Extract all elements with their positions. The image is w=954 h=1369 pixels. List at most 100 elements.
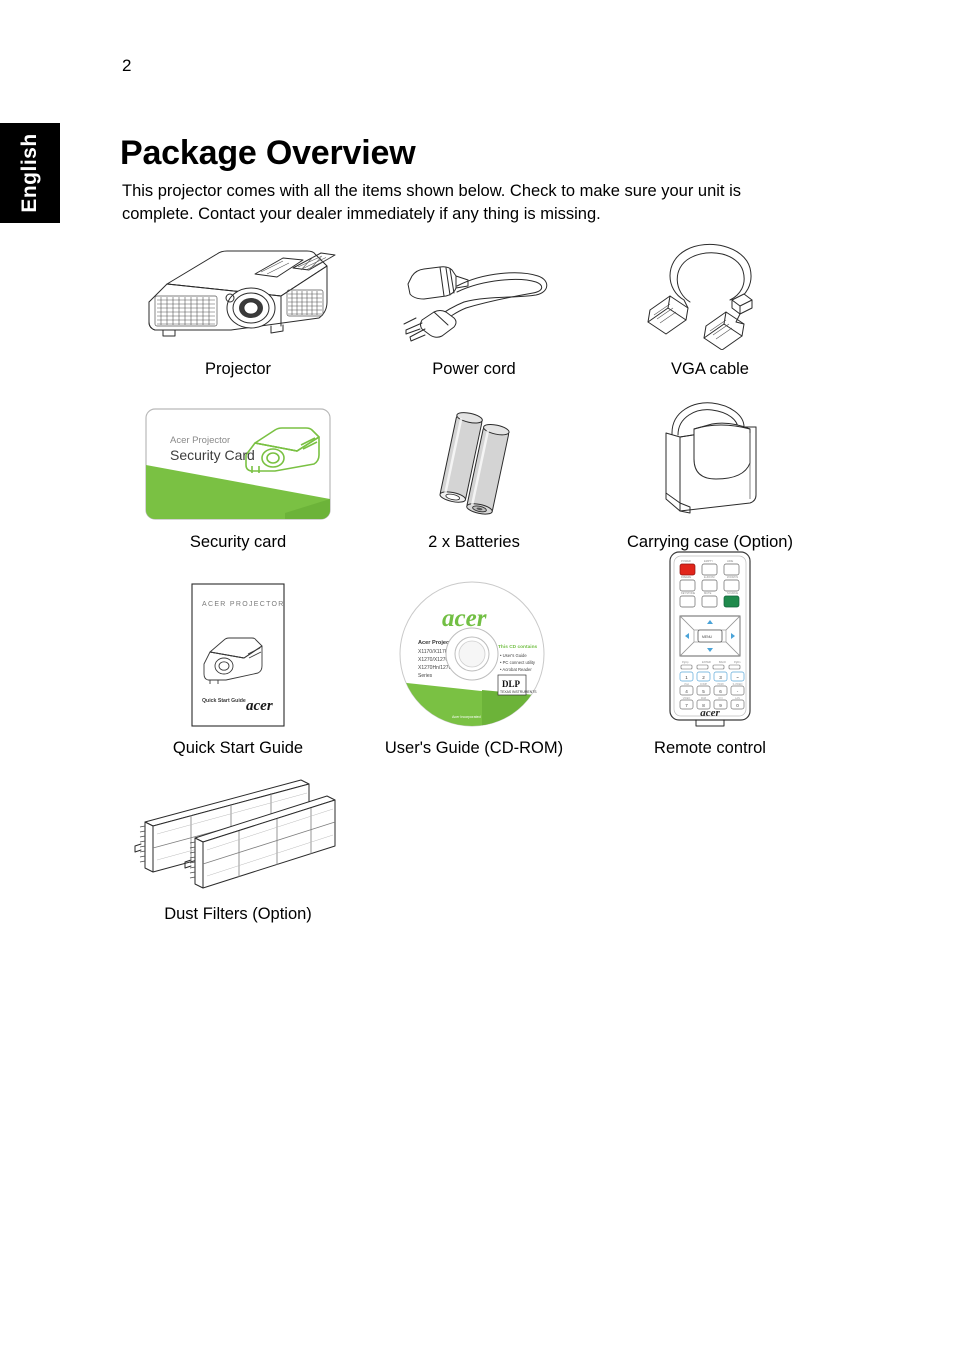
item-label: Power cord — [432, 360, 516, 378]
svg-text:5: 5 — [702, 689, 705, 694]
cd-brand: acer — [442, 605, 487, 632]
svg-text:4: 4 — [685, 689, 688, 694]
svg-text:HDMI: HDMI — [717, 683, 723, 686]
svg-text:PgUp: PgUp — [682, 660, 689, 664]
svg-text:7: 7 — [685, 703, 688, 708]
svg-text:ZOOM IN: ZOOM IN — [727, 575, 738, 579]
empty-cell — [592, 770, 828, 924]
cd-rom-art: acer Acer Projector X1170/X1170N/X1170A/… — [394, 562, 554, 730]
power-cord-icon — [403, 266, 548, 342]
svg-text:SOURCE: SOURCE — [727, 591, 738, 595]
cd-rom-icon: acer Acer Projector X1170/X1170N/X1170A/… — [399, 581, 545, 727]
package-item-batteries: 2 x Batteries — [356, 391, 592, 552]
svg-text:MENU: MENU — [702, 635, 713, 639]
svg-text:LAN: LAN — [735, 697, 740, 700]
cd-models-4: Series — [418, 673, 433, 679]
vga-cable-art — [640, 238, 780, 350]
svg-text:PgDn: PgDn — [734, 660, 741, 664]
package-item-security-card: Acer Projector Security Card Security ca… — [120, 391, 356, 552]
item-label: Quick Start Guide — [172, 739, 304, 757]
page-title: Package Overview — [120, 133, 416, 172]
package-item-dust-filters: Dust Filters (Option) — [120, 770, 356, 924]
items-row: Dust Filters (Option) — [120, 770, 830, 924]
booklet-footer: Quick Start Guide — [202, 698, 246, 704]
item-label: Dust Filters (Option) — [164, 905, 312, 923]
svg-text:E-ZOOM: E-ZOOM — [704, 575, 714, 579]
dust-filter-icon — [134, 779, 335, 889]
item-label: Security card — [189, 533, 287, 551]
security-card-icon: Acer Projector Security Card — [145, 408, 331, 520]
vga-cable-icon — [647, 243, 753, 350]
cd-contents-1: • User's Guide — [500, 653, 527, 658]
booklet-heading: ACER PROJECTOR — [202, 601, 285, 608]
svg-text:0: 0 — [736, 703, 739, 708]
security-card-line1: Acer Projector — [170, 435, 230, 446]
svg-text:BACK: BACK — [719, 660, 726, 664]
svg-text:S-VIDEO: S-VIDEO — [733, 683, 743, 686]
svg-text:RGB: RGB — [701, 697, 707, 700]
package-item-carrying-case: Carrying case (Option) — [592, 391, 828, 552]
cd-contents-2: • PC connect utility — [500, 660, 536, 665]
booklet-brand: acer — [246, 698, 273, 714]
svg-text:~: ~ — [736, 675, 739, 680]
svg-text:HIDE: HIDE — [727, 559, 733, 563]
package-item-users-guide-cd: acer Acer Projector X1170/X1170N/X1170A/… — [356, 562, 592, 758]
language-tab-label: English — [18, 133, 41, 213]
svg-text:2: 2 — [702, 675, 705, 680]
svg-text:DLP: DLP — [502, 679, 521, 689]
nav-pad: MENU — [679, 615, 741, 657]
item-label: Projector — [204, 360, 272, 378]
svg-text:VGA: VGA — [684, 683, 689, 686]
remote-brand: acer — [700, 707, 720, 719]
package-item-vga-cable: VGA cable — [592, 238, 828, 379]
booklet-icon: ACER PROJECTOR Quick Start Guide acer — [191, 583, 285, 727]
batteries-art — [419, 391, 529, 523]
svg-text:DVI: DVI — [719, 697, 723, 700]
source-button — [723, 595, 740, 608]
package-item-quick-start-guide: ACER PROJECTOR Quick Start Guide acer Qu… — [120, 562, 356, 758]
svg-text:MUTE: MUTE — [704, 591, 712, 595]
cd-contents-3: • Acrobat Reader — [500, 667, 532, 672]
svg-text:1: 1 — [685, 675, 688, 680]
svg-text:FREEZE: FREEZE — [681, 575, 692, 579]
cd-contents-heading: This CD contains — [498, 644, 538, 650]
package-item-power-cord: Power cord — [356, 238, 592, 379]
item-label: 2 x Batteries — [428, 533, 520, 551]
projector-art — [131, 238, 345, 350]
package-item-remote-control: POWER EMPTY HIDE FREEZE E-ZOOM ZOOM IN KEYST… — [592, 551, 828, 758]
empty-cell — [356, 770, 592, 924]
items-row: Acer Projector Security Card Security ca… — [120, 391, 830, 552]
svg-text:EMPTY: EMPTY — [704, 559, 713, 563]
page-number: 2 — [122, 56, 132, 75]
svg-text:COMP: COMP — [700, 683, 708, 686]
package-items-grid: Projector Power cord VGA cable Acer Proj… — [120, 238, 830, 924]
svg-text:6: 6 — [719, 689, 722, 694]
intro-paragraph: This projector comes with all the items … — [122, 181, 742, 223]
svg-text:KEYSTONE: KEYSTONE — [681, 591, 695, 595]
package-item-projector: Projector — [120, 238, 356, 379]
item-label: VGA cable — [671, 360, 749, 378]
dust-filters-art — [131, 770, 346, 892]
items-row: Projector Power cord VGA cable — [120, 238, 830, 379]
remote-control-art: POWER EMPTY HIDE FREEZE E-ZOOM ZOOM IN KEYST… — [664, 551, 756, 730]
cd-footnote: Acer Incorporated — [452, 715, 481, 719]
language-tab: English — [0, 123, 60, 223]
svg-text:ENTER: ENTER — [702, 660, 711, 664]
batteries-icon — [439, 412, 510, 515]
svg-text:VIDEO: VIDEO — [683, 697, 691, 700]
svg-text:TEXAS INSTRUMENTS: TEXAS INSTRUMENTS — [500, 690, 537, 694]
carrying-case-art — [650, 391, 770, 523]
security-card-line2: Security Card — [170, 447, 255, 463]
power-cord-art — [394, 238, 554, 350]
items-row: ACER PROJECTOR Quick Start Guide acer Qu… — [120, 551, 830, 758]
carrying-case-icon — [665, 402, 757, 514]
svg-text:3: 3 — [719, 675, 722, 680]
item-label: Remote control — [654, 739, 766, 757]
power-button — [679, 563, 696, 576]
security-card-art: Acer Projector Security Card — [145, 391, 331, 523]
quick-start-guide-art: ACER PROJECTOR Quick Start Guide acer — [188, 562, 288, 730]
svg-text:POWER: POWER — [681, 559, 691, 563]
item-label: User's Guide (CD-ROM) — [384, 739, 564, 757]
remote-control-icon: POWER EMPTY HIDE FREEZE E-ZOOM ZOOM IN KEYST… — [669, 551, 751, 727]
projector-icon — [148, 250, 336, 337]
